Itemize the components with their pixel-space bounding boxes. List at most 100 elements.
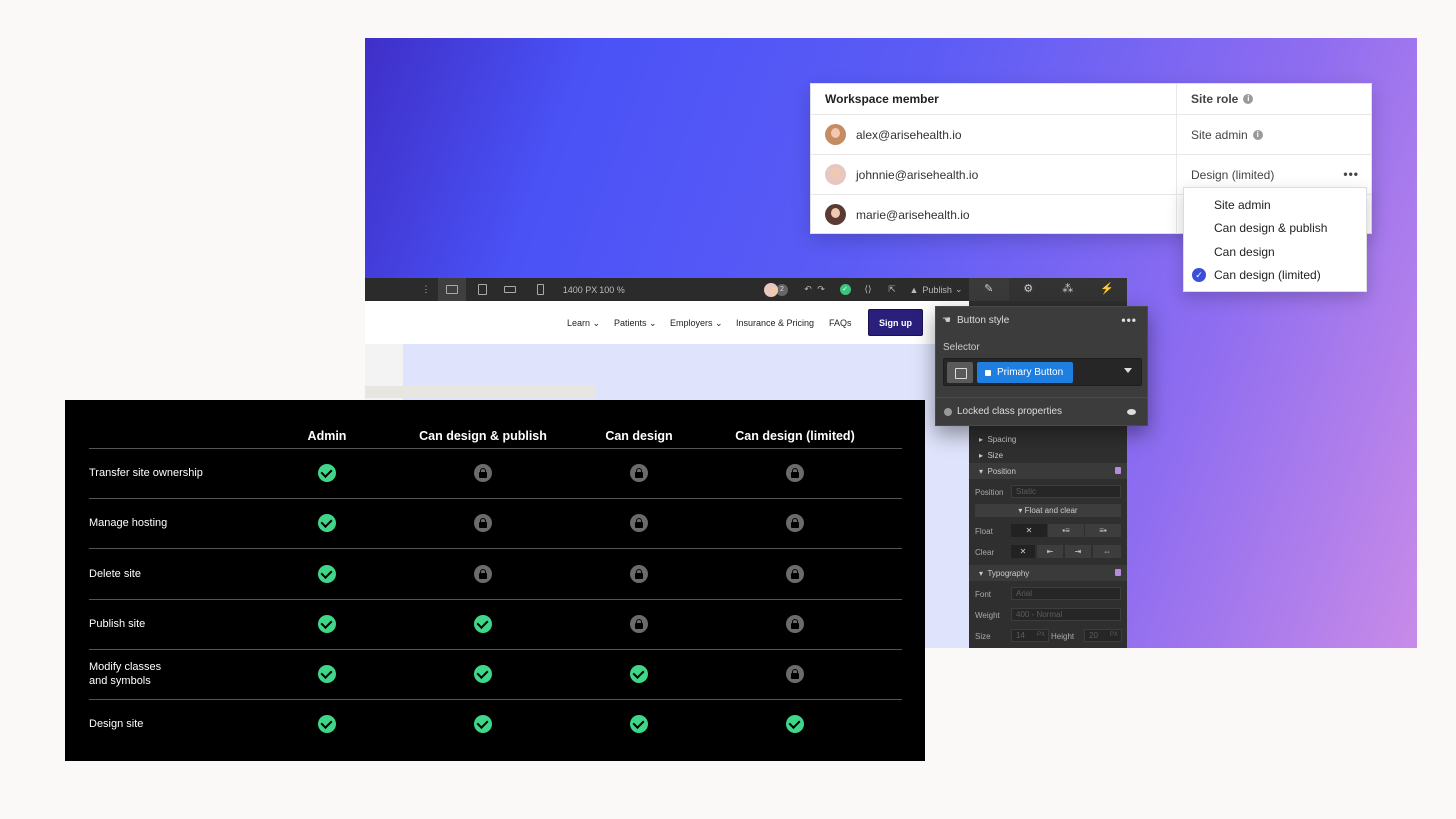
font-size-input[interactable]: 14 PX xyxy=(1011,629,1049,642)
class-chip[interactable]: Primary Button xyxy=(977,362,1073,383)
line-height-input[interactable]: 20 PX xyxy=(1084,629,1122,642)
size-section-toggle[interactable]: ▸ Size xyxy=(969,447,1127,463)
nav-link-insurance-pricing[interactable]: Insurance & Pricing xyxy=(736,318,814,328)
nav-link-label: Employers xyxy=(670,318,713,328)
row-divider xyxy=(89,598,902,600)
typography-section-toggle[interactable]: ▾ Typography xyxy=(969,565,1127,581)
check-circle-icon xyxy=(318,664,336,683)
lock-icon xyxy=(1115,467,1121,474)
row-divider xyxy=(89,448,902,449)
undo-icon[interactable]: ↶ xyxy=(802,278,814,301)
avatar xyxy=(825,124,846,145)
lock-icon xyxy=(786,664,804,683)
font-select[interactable]: Arial xyxy=(1011,587,1121,600)
section-label: Spacing xyxy=(987,434,1017,444)
clear-both-button[interactable]: ⇔ xyxy=(1093,545,1121,558)
position-label: Position xyxy=(975,488,1004,497)
lock-icon xyxy=(474,464,492,483)
lock-icon xyxy=(786,464,804,483)
section-label: Position xyxy=(987,466,1016,476)
more-options-icon[interactable]: ••• xyxy=(1343,167,1359,181)
nav-link-label: Learn xyxy=(567,318,591,328)
avatar xyxy=(764,282,778,297)
clear-right-button[interactable]: ⇥ xyxy=(1065,545,1091,558)
mobile-portrait-breakpoint-icon[interactable] xyxy=(529,278,551,301)
member-email: marie@arisehealth.io xyxy=(856,207,970,222)
member-cell: johnnie@arisehealth.io xyxy=(811,155,1177,194)
nav-link-faqs[interactable]: FAQs xyxy=(829,318,852,328)
float-none-button[interactable]: ✕ xyxy=(1011,524,1047,537)
chevron-down-icon: ⌄ xyxy=(954,284,963,294)
nav-link-learn[interactable]: Learn ⌄ xyxy=(567,318,600,329)
style-brush-icon[interactable]: ✎ xyxy=(969,278,1009,301)
element-icon[interactable] xyxy=(947,362,973,383)
redo-icon[interactable]: ↷ xyxy=(815,278,827,301)
gear-icon[interactable]: ⚙ xyxy=(1009,278,1049,301)
signup-button[interactable]: Sign up xyxy=(868,309,923,336)
weight-label: Weight xyxy=(975,611,1000,620)
status-ok-icon[interactable]: ✓ xyxy=(838,278,852,301)
position-select[interactable]: Static xyxy=(1011,485,1121,498)
clear-left-button[interactable]: ⇤ xyxy=(1037,545,1063,558)
role-option-site-admin[interactable]: Site admin xyxy=(1184,193,1366,217)
member-email: johnnie@arisehealth.io xyxy=(856,167,979,182)
info-icon[interactable]: i xyxy=(1252,129,1263,140)
code-icon[interactable]: ⟨⟩ xyxy=(860,278,876,301)
more-options-icon[interactable]: ••• xyxy=(1121,313,1137,327)
avatar xyxy=(825,164,846,185)
button-style-popover: ☚ Button style ••• Selector Primary Butt… xyxy=(935,306,1148,426)
permission-label: Delete site xyxy=(89,567,141,580)
mobile-landscape-breakpoint-icon[interactable] xyxy=(499,278,521,301)
info-icon[interactable]: i xyxy=(1243,94,1254,104)
lightning-icon[interactable]: ⚡ xyxy=(1088,278,1128,301)
more-vertical-icon[interactable]: ⋮ xyxy=(419,278,433,301)
position-section-toggle[interactable]: ▾ Position xyxy=(969,463,1127,479)
spacing-section-toggle[interactable]: ▸ Spacing xyxy=(969,431,1127,447)
weight-select[interactable]: 400 - Normal xyxy=(1011,608,1121,621)
tablet-icon xyxy=(477,284,487,295)
desktop-breakpoint-icon[interactable] xyxy=(438,278,466,301)
canvas-width-readout: 1400 PX xyxy=(562,284,598,295)
tablet-breakpoint-icon[interactable] xyxy=(471,278,493,301)
float-and-clear-toggle[interactable]: ▾ Float and clear xyxy=(975,504,1121,517)
mobile-landscape-icon xyxy=(504,286,516,293)
nav-link-employers[interactable]: Employers ⌄ xyxy=(670,318,723,329)
role-option-can-design-publish[interactable]: Can design & publish xyxy=(1184,217,1366,241)
role-cell: Site admin i xyxy=(1177,115,1371,154)
role-option-can-design[interactable]: Can design xyxy=(1184,240,1366,264)
lock-icon xyxy=(786,564,804,583)
line-height-value: 20 xyxy=(1089,631,1098,640)
role-option-label: Can design & publish xyxy=(1214,221,1328,236)
float-left-button[interactable]: ▪≡ xyxy=(1048,524,1084,537)
check-circle-icon xyxy=(630,715,648,734)
role-option-can-design-limited[interactable]: ✓ Can design (limited) xyxy=(1184,264,1366,288)
clear-none-button[interactable]: ✕ xyxy=(1011,545,1035,558)
export-icon[interactable]: ⇱ xyxy=(884,278,900,301)
chevron-down-icon[interactable] xyxy=(1124,368,1132,373)
lock-icon xyxy=(474,514,492,533)
site-role-header-label: Site role xyxy=(1191,92,1239,106)
font-size-unit: PX xyxy=(1036,632,1045,638)
class-name: Primary Button xyxy=(997,367,1064,378)
member-row[interactable]: alex@arisehealth.io Site admin i xyxy=(811,114,1371,154)
column-header-can-design: Can design xyxy=(605,429,673,443)
collaborators-indicator[interactable]: 2 xyxy=(762,278,790,301)
checkmark-icon: ✓ xyxy=(1192,268,1206,283)
lock-icon xyxy=(630,464,648,483)
publish-button[interactable]: ▲ Publish ⌄ xyxy=(908,278,964,301)
interactions-icon[interactable]: ⁂ xyxy=(1048,278,1088,301)
check-circle-icon xyxy=(318,464,336,483)
member-email: alex@arisehealth.io xyxy=(856,127,962,142)
float-right-button[interactable]: ≡▪ xyxy=(1085,524,1121,537)
selector-label: Selector xyxy=(943,342,980,353)
nav-link-patients[interactable]: Patients ⌄ xyxy=(614,318,657,329)
panel-tabs: ✎ ⚙ ⁂ ⚡ xyxy=(969,278,1127,301)
font-label: Font xyxy=(975,590,992,599)
check-circle-icon xyxy=(318,514,336,533)
check-circle-icon xyxy=(474,664,492,683)
eye-icon[interactable] xyxy=(1127,408,1136,415)
font-size-value: 14 xyxy=(1016,631,1025,640)
lock-icon xyxy=(786,514,804,533)
site-navigation: Learn ⌄ Patients ⌄ Employers ⌄ Insurance… xyxy=(365,301,969,344)
selector-field[interactable]: Primary Button xyxy=(943,358,1142,386)
